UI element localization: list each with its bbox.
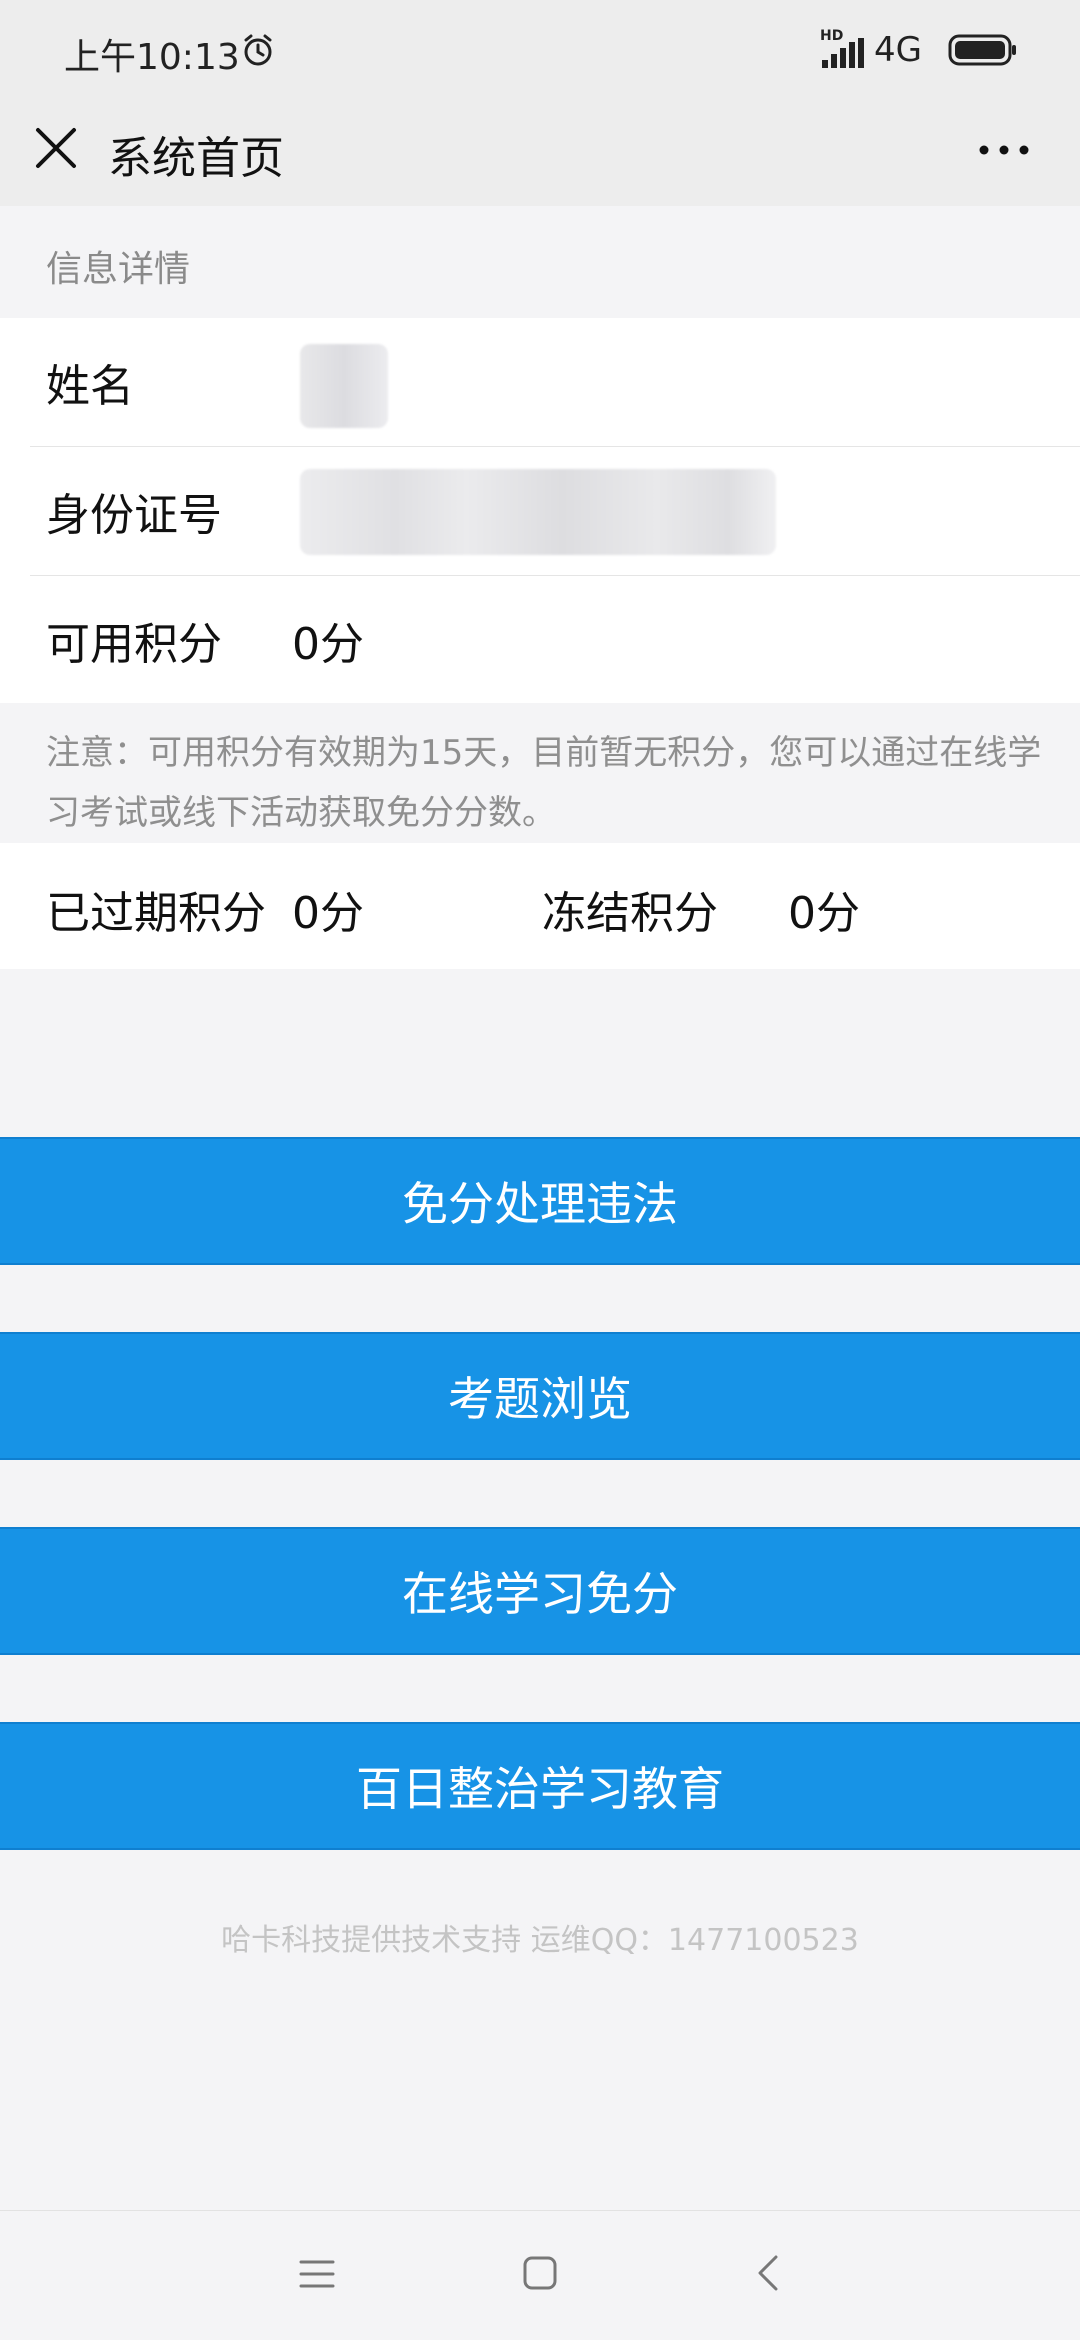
exempt-violation-button[interactable]: 免分处理违法 <box>0 1137 1080 1265</box>
nav-bar: 系统首页 <box>0 100 1080 206</box>
available-points-row: 可用积分 0分 <box>0 576 1080 704</box>
available-points-label: 可用积分 <box>46 619 222 670</box>
battery-icon <box>948 34 1016 66</box>
page-title: 系统首页 <box>108 133 284 184</box>
name-row: 姓名 <box>0 318 1080 446</box>
network-type: 4G <box>874 30 922 70</box>
alarm-icon <box>244 34 272 66</box>
more-icon[interactable] <box>976 130 1032 170</box>
status-time: 上午10:13 <box>64 37 240 78</box>
name-label: 姓名 <box>46 361 134 412</box>
online-study-button[interactable]: 在线学习免分 <box>0 1527 1080 1655</box>
id-row: 身份证号 <box>0 447 1080 575</box>
screen: 上午10:13 HD 4G 系统首页 信息详情 姓名 身份证号 可用积分 0分 … <box>0 0 1080 2340</box>
footer-credit: 哈卡科技提供技术支持 运维QQ：1477100523 <box>221 1923 859 1958</box>
name-redacted <box>300 344 388 428</box>
menu-icon[interactable] <box>298 2256 336 2292</box>
points-card: 已过期积分 0分 冻结积分 0分 <box>0 843 1080 969</box>
frozen-points-value: 0分 <box>788 888 860 939</box>
status-bar: 上午10:13 HD 4G <box>0 0 1080 100</box>
id-label: 身份证号 <box>46 490 222 541</box>
close-icon[interactable] <box>30 122 82 174</box>
back-icon[interactable] <box>754 2253 782 2293</box>
frozen-points-label: 冻结积分 <box>542 888 718 939</box>
browse-questions-button[interactable]: 考题浏览 <box>0 1332 1080 1460</box>
signal-icon <box>822 38 864 68</box>
home-icon[interactable] <box>522 2255 558 2291</box>
expired-points-value: 0分 <box>292 888 364 939</box>
system-nav-bar <box>0 2210 1080 2340</box>
id-redacted <box>300 469 776 555</box>
available-points-value: 0分 <box>292 619 364 670</box>
hundred-day-education-button[interactable]: 百日整治学习教育 <box>0 1722 1080 1850</box>
info-card: 姓名 身份证号 可用积分 0分 <box>0 318 1080 703</box>
section-title: 信息详情 <box>46 249 191 290</box>
notice-text: 注意：可用积分有效期为15天，目前暂无积分，您可以通过在线学习考试或线下活动获取… <box>46 733 1042 833</box>
expired-points-label: 已过期积分 <box>46 888 266 939</box>
